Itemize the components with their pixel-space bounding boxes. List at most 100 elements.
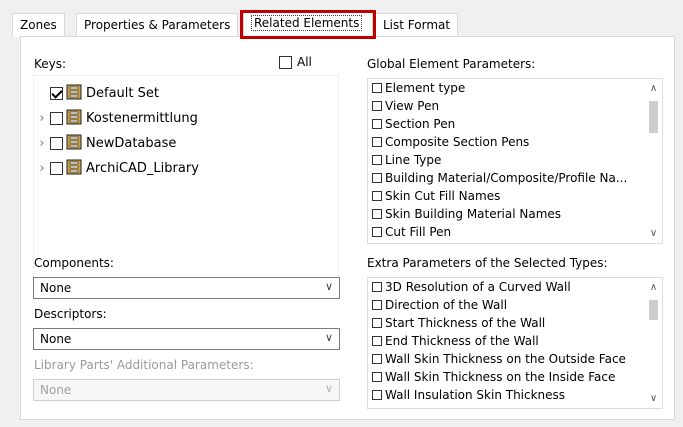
list-item-label: Skin Building Material Names [385, 207, 562, 221]
chevron-up-icon[interactable]: ∧ [645, 83, 662, 94]
list-item[interactable]: Composite Section Pens [368, 133, 662, 151]
list-item[interactable]: End Thickness of the Wall [368, 332, 662, 350]
list-item-checkbox[interactable] [372, 372, 382, 382]
list-item-checkbox[interactable] [372, 173, 382, 183]
tree-item-label: NewDatabase [86, 135, 177, 151]
list-item-label: Wall Skin Thickness on the Inside Face [385, 370, 616, 384]
extra-scrollbar[interactable]: ∧ ∨ [645, 278, 662, 408]
list-item-checkbox[interactable] [372, 155, 382, 165]
list-item-checkbox[interactable] [372, 137, 382, 147]
list-item[interactable]: Wall Skin Thickness on the Inside Face [368, 368, 662, 386]
list-item[interactable]: Wall Insulation Skin Thickness [368, 386, 662, 404]
tree-item-kostenermittlung[interactable]: › Kostenermittlung [34, 107, 198, 129]
related-elements-panel: Keys: All Default Set › Kostenermittlung… [20, 36, 675, 420]
library-params-value: None [40, 383, 72, 397]
extra-params-label: Extra Parameters of the Selected Types: [367, 256, 608, 270]
tree-item-checkbox[interactable] [50, 111, 63, 125]
global-scrollbar[interactable]: ∧ ∨ [645, 79, 662, 243]
descriptors-value: None [40, 332, 72, 346]
tree-item-label: Default Set [86, 85, 159, 101]
tree-item-newdatabase[interactable]: › NewDatabase [34, 132, 176, 154]
list-item-checkbox[interactable] [372, 390, 382, 400]
extra-params-items: 3D Resolution of a Curved Wall Direction … [368, 278, 662, 404]
list-item-checkbox[interactable] [372, 209, 382, 219]
all-checkbox-box[interactable] [279, 55, 292, 69]
keys-label: Keys: [34, 57, 67, 71]
chevron-down-icon[interactable]: ∨ [645, 228, 662, 239]
database-icon [66, 159, 82, 178]
list-item[interactable]: Direction of the Wall [368, 296, 662, 314]
list-item-label: Building Material/Composite/Profile Na..… [385, 171, 628, 185]
list-item-checkbox[interactable] [372, 336, 382, 346]
list-item-checkbox[interactable] [372, 300, 382, 310]
list-item[interactable]: Section Pen [368, 115, 662, 133]
list-item-label: Composite Section Pens [385, 135, 530, 149]
list-item-label: Line Type [385, 153, 442, 167]
all-checkbox[interactable]: All [279, 55, 312, 69]
tab-properties-parameters[interactable]: Properties & Parameters [76, 13, 239, 37]
tree-item-checkbox[interactable] [50, 86, 63, 100]
list-item-label: View Pen [385, 99, 440, 113]
tab-related-elements[interactable]: Related Elements [243, 10, 373, 37]
list-item-checkbox[interactable] [372, 318, 382, 328]
dialog-bottom [0, 420, 683, 427]
list-item-checkbox[interactable] [372, 101, 382, 111]
database-icon [66, 109, 82, 128]
database-icon [66, 84, 82, 103]
descriptors-label: Descriptors: [34, 307, 107, 321]
list-item[interactable]: 3D Resolution of a Curved Wall [368, 278, 662, 296]
all-label: All [297, 55, 312, 69]
chevron-down-icon: ∨ [324, 382, 333, 395]
list-item[interactable]: Line Type [368, 151, 662, 169]
library-params-select: None ∨ [33, 379, 340, 401]
list-item-label: Element type [385, 81, 466, 95]
tree-item-checkbox[interactable] [50, 161, 63, 175]
descriptors-select[interactable]: None ∨ [33, 328, 340, 350]
chevron-up-icon[interactable]: ∧ [645, 282, 662, 293]
list-item-label: Wall Insulation Skin Thickness [385, 388, 566, 402]
global-params-list: Element type View Pen Section Pen Composite… [367, 78, 663, 244]
tree-item-checkbox[interactable] [50, 136, 63, 150]
list-item[interactable]: Building Material/Composite/Profile Na..… [368, 169, 662, 187]
chevron-down-icon[interactable]: ∨ [645, 393, 662, 404]
chevron-down-icon: ∨ [324, 331, 333, 344]
global-params-label: Global Element Parameters: [367, 57, 536, 71]
list-item-label: End Thickness of the Wall [385, 334, 539, 348]
list-item[interactable]: Skin Building Material Names [368, 205, 662, 223]
list-item-checkbox[interactable] [372, 83, 382, 93]
components-select[interactable]: None ∨ [33, 277, 340, 299]
database-icon [66, 134, 82, 153]
extra-params-list: 3D Resolution of a Curved Wall Direction … [367, 277, 663, 409]
list-item[interactable]: View Pen [368, 97, 662, 115]
global-params-items: Element type View Pen Section Pen Composite… [368, 79, 662, 241]
list-item[interactable]: Element type [368, 79, 662, 97]
chevron-down-icon: ∨ [324, 280, 333, 293]
chevron-right-icon[interactable]: › [34, 161, 50, 176]
tree-item-default-set[interactable]: Default Set [34, 82, 159, 104]
tab-list-format[interactable]: List Format [375, 13, 459, 37]
list-item-label: Cut Fill Pen [385, 225, 452, 239]
tree-item-archicad-library[interactable]: › ArchiCAD_Library [34, 157, 199, 179]
list-item-label: Start Thickness of the Wall [385, 316, 546, 330]
list-item-label: 3D Resolution of a Curved Wall [385, 280, 571, 294]
list-item-label: Direction of the Wall [385, 298, 508, 312]
list-item-checkbox[interactable] [372, 191, 382, 201]
keys-tree: Default Set › Kostenermittlung › NewData… [33, 75, 339, 283]
chevron-right-icon[interactable]: › [34, 136, 50, 151]
list-item[interactable]: Skin Cut Fill Names [368, 187, 662, 205]
list-item-checkbox[interactable] [372, 354, 382, 364]
tree-item-label: Kostenermittlung [86, 110, 198, 126]
list-item[interactable]: Cut Fill Pen [368, 223, 662, 241]
list-item-checkbox[interactable] [372, 119, 382, 129]
components-value: None [40, 281, 72, 295]
list-item[interactable]: Wall Skin Thickness on the Outside Face [368, 350, 662, 368]
list-item-label: Skin Cut Fill Names [385, 189, 501, 203]
scrollbar-thumb[interactable] [649, 300, 658, 320]
scrollbar-thumb[interactable] [649, 101, 658, 133]
list-item[interactable]: Start Thickness of the Wall [368, 314, 662, 332]
components-label: Components: [34, 256, 114, 270]
list-item-checkbox[interactable] [372, 282, 382, 292]
tab-zones[interactable]: Zones [12, 13, 65, 37]
list-item-checkbox[interactable] [372, 227, 382, 237]
chevron-right-icon[interactable]: › [34, 111, 50, 126]
